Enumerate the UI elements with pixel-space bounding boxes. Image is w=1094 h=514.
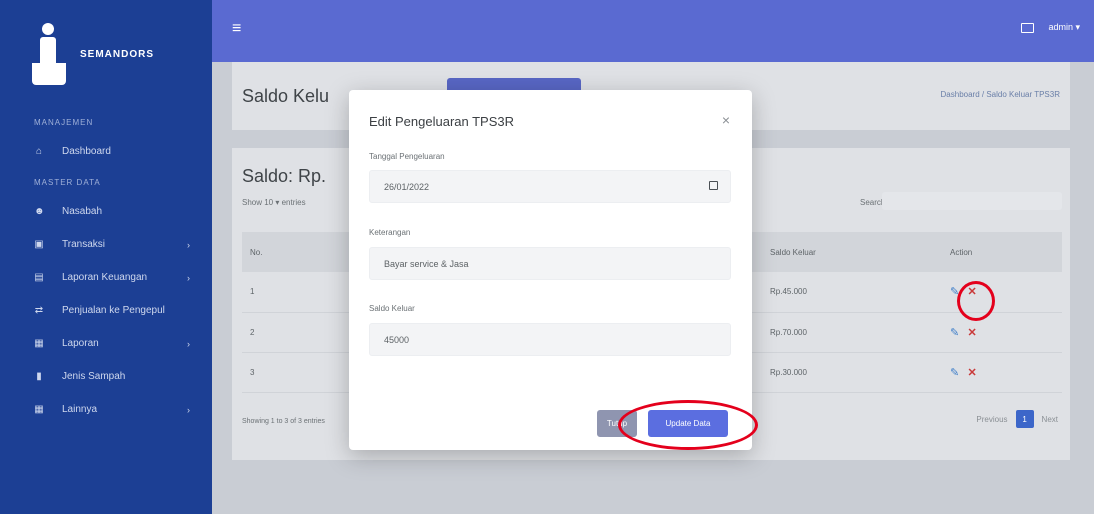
sidebar-item-transaksi[interactable]: ▣ Transaksi › bbox=[0, 228, 212, 261]
cash-icon: ▣ bbox=[34, 238, 44, 250]
sidebar-section-label: MANAJEMEN bbox=[34, 118, 94, 127]
cell-saldo: Rp.30.000 bbox=[762, 352, 942, 393]
date-field[interactable]: 26/01/2022 bbox=[369, 170, 731, 203]
column-header-no[interactable]: No. bbox=[242, 232, 342, 272]
topbar: ≡ admin ▾ bbox=[212, 0, 1094, 62]
close-icon[interactable]: × bbox=[722, 112, 730, 128]
sidebar-item-label: Lainnya bbox=[62, 404, 98, 415]
date-field-value: 26/01/2022 bbox=[384, 181, 430, 192]
sidebar-item-label: Laporan bbox=[62, 338, 99, 349]
delete-icon[interactable]: ✕ bbox=[967, 366, 976, 379]
sidebar-item-label: Nasabah bbox=[62, 206, 103, 217]
sidebar-item-label: Jenis Sampah bbox=[62, 371, 126, 382]
saldo-field-label: Saldo Keluar bbox=[369, 304, 415, 313]
cell-no: 2 bbox=[242, 312, 342, 353]
sidebar-item-nasabah[interactable]: ☻ Nasabah bbox=[0, 195, 212, 228]
modal-title: Edit Pengeluaran TPS3R bbox=[369, 114, 515, 129]
edit-modal: Edit Pengeluaran TPS3R × Tanggal Pengelu… bbox=[349, 90, 752, 450]
saldo-keluar-field[interactable]: 45000 bbox=[369, 323, 731, 356]
sidebar-item-laporan[interactable]: ▦ Laporan › bbox=[0, 327, 212, 360]
sidebar-item-label: Transaksi bbox=[62, 239, 105, 250]
edit-icon[interactable]: ✎ bbox=[950, 366, 959, 379]
cell-no: 3 bbox=[242, 352, 342, 393]
sidebar-item-jenis-sampah[interactable]: ▮ Jenis Sampah bbox=[0, 360, 212, 393]
book-icon: ▤ bbox=[34, 271, 44, 283]
sidebar-item-label: Dashboard bbox=[62, 146, 111, 157]
truck-icon: ⇄ bbox=[34, 304, 44, 316]
chevron-right-icon: › bbox=[187, 404, 190, 415]
edit-icon[interactable]: ✎ bbox=[950, 326, 959, 339]
sidebar: SEMANDORS MANAJEMEN ⌂ Dashboard MASTER D… bbox=[0, 0, 212, 514]
message-icon[interactable] bbox=[1021, 22, 1035, 33]
logo-icon bbox=[28, 23, 72, 85]
saldo-keluar-value: 45000 bbox=[384, 334, 410, 345]
chevron-right-icon: › bbox=[187, 272, 190, 283]
date-field-label: Tanggal Pengeluaran bbox=[369, 152, 445, 161]
app-logo[interactable]: SEMANDORS bbox=[0, 0, 212, 108]
file-icon: ▦ bbox=[34, 337, 44, 349]
grid-icon: ▦ bbox=[34, 403, 44, 415]
pagination-previous[interactable]: Previous bbox=[976, 415, 1007, 424]
annotation-ring-edit bbox=[957, 281, 995, 321]
pagination: Previous 1 Next bbox=[976, 410, 1058, 428]
sidebar-item-dashboard[interactable]: ⌂ Dashboard bbox=[0, 135, 212, 168]
sidebar-section-label: MASTER DATA bbox=[34, 178, 101, 187]
column-header-saldo[interactable]: Saldo Keluar bbox=[762, 232, 942, 272]
cell-no: 1 bbox=[242, 272, 342, 313]
search-input[interactable] bbox=[882, 192, 1062, 210]
keterangan-field-label: Keterangan bbox=[369, 228, 411, 237]
saldo-total: Saldo: Rp. bbox=[242, 166, 327, 186]
cell-saldo: Rp.70.000 bbox=[762, 312, 942, 353]
users-icon: ☻ bbox=[34, 205, 45, 217]
cell-saldo: Rp.45.000 bbox=[762, 272, 942, 313]
page-title: Saldo Kelu bbox=[242, 85, 330, 106]
trash-icon: ▮ bbox=[36, 370, 42, 382]
sidebar-item-label: Penjualan ke Pengepul bbox=[62, 305, 165, 316]
keterangan-field[interactable]: Bayar service & Jasa bbox=[369, 247, 731, 280]
user-menu[interactable]: admin ▾ bbox=[1048, 22, 1080, 33]
chevron-right-icon: › bbox=[187, 239, 190, 250]
topbar-right: admin ▾ bbox=[1021, 22, 1080, 33]
table-info: Showing 1 to 3 of 3 entries bbox=[242, 418, 325, 425]
menu-toggle-icon[interactable]: ≡ bbox=[232, 20, 241, 38]
keterangan-field-value: Bayar service & Jasa bbox=[384, 258, 469, 269]
pagination-current[interactable]: 1 bbox=[1015, 410, 1034, 428]
home-icon: ⌂ bbox=[35, 145, 43, 157]
show-entries-select[interactable]: Show 10 ▾ entries bbox=[242, 198, 306, 207]
delete-icon[interactable]: ✕ bbox=[967, 326, 976, 339]
chevron-right-icon: › bbox=[187, 338, 190, 349]
breadcrumb[interactable]: Dashboard / Saldo Keluar TPS3R bbox=[941, 90, 1060, 99]
sidebar-item-laporan-keuangan[interactable]: ▤ Laporan Keuangan › bbox=[0, 261, 212, 294]
sidebar-item-lainnya[interactable]: ▦ Lainnya › bbox=[0, 393, 212, 426]
cell-action: ✎ ✕ bbox=[942, 352, 1062, 393]
sidebar-item-penjualan[interactable]: ⇄ Penjualan ke Pengepul bbox=[0, 294, 212, 327]
annotation-ring-update bbox=[618, 400, 758, 450]
pagination-next[interactable]: Next bbox=[1042, 415, 1058, 424]
column-header-action[interactable]: Action bbox=[942, 232, 1062, 272]
sidebar-item-label: Laporan Keuangan bbox=[62, 272, 148, 283]
logo-text: SEMANDORS bbox=[80, 48, 155, 60]
cell-action: ✎ ✕ bbox=[942, 312, 1062, 353]
calendar-icon[interactable] bbox=[709, 181, 718, 190]
